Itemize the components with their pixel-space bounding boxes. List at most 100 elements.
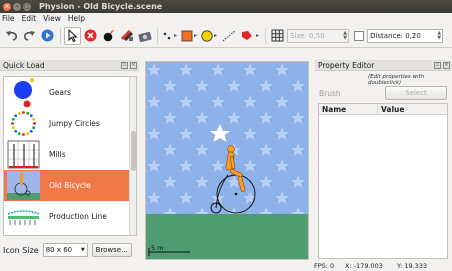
redo-icon xyxy=(24,30,35,41)
x-coordinate-status: X: -179.003 xyxy=(345,262,383,270)
menu-view[interactable]: View xyxy=(43,14,61,23)
star-pattern xyxy=(146,62,308,214)
jumpy-dot xyxy=(26,132,30,136)
undo-button[interactable] xyxy=(3,27,20,45)
list-item-label: Mills xyxy=(49,150,66,159)
text-color-button[interactable] xyxy=(200,27,213,45)
maximize-window-button[interactable]: □ xyxy=(23,2,31,11)
link-tool-button[interactable] xyxy=(161,27,173,45)
list-item-old-bicycle[interactable]: Old Bicycle xyxy=(4,170,130,201)
list-item-label: Gears xyxy=(49,88,72,97)
close-window-button[interactable]: × xyxy=(3,2,11,11)
size-spinner[interactable]: ▲ ▼ xyxy=(343,30,347,41)
old-bicycle-thumbnail-icon xyxy=(7,171,40,200)
list-scrollbar-thumb[interactable] xyxy=(131,131,136,171)
jumpy-dot xyxy=(29,114,33,118)
status-bar: FPS: 0 X: -179.003 Y: 19.333 xyxy=(0,261,452,271)
menu-edit[interactable]: Edit xyxy=(22,14,37,23)
distance-value: Distance: 0,20 xyxy=(370,31,421,40)
bomb-tool-button[interactable] xyxy=(100,27,117,45)
size-input[interactable]: Size: 0,50 ▲ ▼ xyxy=(287,28,350,43)
jumpy-dot xyxy=(11,117,15,121)
list-item-production-line[interactable]: Production Line xyxy=(4,201,130,232)
quick-load-list: Gears Jumpy Circles Mills Old Bicycle Pr… xyxy=(3,76,137,236)
list-scrollbar[interactable] xyxy=(129,77,136,235)
text-color-dropdown-arrow[interactable]: ▸ xyxy=(214,32,217,39)
minimize-window-button[interactable]: – xyxy=(13,2,21,11)
distance-spinner[interactable]: ▲ ▼ xyxy=(437,30,441,41)
mills-thumbnail-icon xyxy=(7,140,40,169)
icon-size-label: Icon Size xyxy=(3,245,39,255)
grid-toggle-button[interactable] xyxy=(269,27,286,45)
property-table-header: Name Value xyxy=(319,104,447,115)
link-icon xyxy=(163,32,171,39)
magnet-tool-button[interactable] xyxy=(118,27,135,45)
icon-size-select[interactable]: 80 x 60 ▼ xyxy=(42,243,88,257)
jumpy-dot xyxy=(14,129,18,133)
property-table[interactable]: Name Value xyxy=(318,103,448,259)
jumpy-dot xyxy=(26,111,30,115)
camera-tool-button[interactable] xyxy=(136,27,153,45)
chevron-down-icon: ▼ xyxy=(80,247,85,253)
column-header-name[interactable]: Name xyxy=(319,104,378,114)
browse-button[interactable]: Browse... xyxy=(91,243,132,257)
jumpy-dot xyxy=(17,132,21,136)
ground xyxy=(146,214,308,259)
property-editor-title-bar: Property Editor ▫ × xyxy=(315,60,452,71)
icon-size-row: Icon Size 80 x 60 ▼ Browse... xyxy=(3,243,132,257)
fill-color-button[interactable] xyxy=(180,27,193,45)
y-coordinate-status: Y: 19.333 xyxy=(397,262,428,270)
grid-icon xyxy=(271,29,284,42)
jumpy-dot xyxy=(14,114,18,118)
simulation-canvas[interactable]: 5 m xyxy=(145,61,309,260)
icon-size-value: 80 x 60 xyxy=(45,246,73,254)
title-bar: × – □ Physion - Old Bicycle.scene xyxy=(0,0,452,13)
magnet-icon xyxy=(120,29,133,42)
rider-head xyxy=(227,145,235,153)
list-item-mills[interactable]: Mills xyxy=(4,139,130,170)
menu-help[interactable]: Help xyxy=(68,14,85,23)
camera-icon xyxy=(137,31,152,42)
float-dock-icon[interactable]: ▫ xyxy=(434,62,441,69)
fill-color-icon xyxy=(181,30,192,41)
text-color-icon xyxy=(200,29,213,42)
quick-load-title-bar: Quick Load ▫ × xyxy=(0,60,139,71)
snap-checkbox[interactable] xyxy=(352,27,366,45)
toolbar-separator xyxy=(157,27,158,44)
menu-file[interactable]: File xyxy=(2,14,15,23)
jumpy-dot xyxy=(33,122,36,125)
float-dock-icon[interactable]: ▫ xyxy=(121,62,128,69)
list-item-label: Jumpy Circles xyxy=(49,119,100,128)
redo-button[interactable] xyxy=(21,27,38,45)
fps-status: FPS: 0 xyxy=(314,262,335,270)
toolbar-separator xyxy=(265,27,267,44)
pointer-icon xyxy=(68,29,78,42)
brush-label: Brush xyxy=(319,89,341,98)
select-button[interactable]: Select xyxy=(385,86,447,100)
property-editor-title: Property Editor xyxy=(318,60,375,70)
rope-tool-button[interactable] xyxy=(220,27,237,45)
list-item-jumpy-circles[interactable]: Jumpy Circles xyxy=(4,108,130,139)
list-item-gears[interactable]: Gears xyxy=(4,77,130,108)
bomb-icon xyxy=(103,29,114,42)
run-simulation-button[interactable] xyxy=(39,27,56,45)
link-dropdown-arrow[interactable]: ▸ xyxy=(174,32,177,39)
size-value: Size: 0,50 xyxy=(290,31,325,40)
scale-label: 5 m xyxy=(151,244,164,252)
column-header-value[interactable]: Value xyxy=(378,105,404,114)
stop-tool-button[interactable] xyxy=(82,27,99,45)
distance-input[interactable]: Distance: 0,20 ▲ ▼ xyxy=(367,28,444,43)
brush-dropdown-arrow[interactable]: ▸ xyxy=(256,32,259,39)
brush-tool-button[interactable] xyxy=(238,27,255,45)
fill-color-dropdown-arrow[interactable]: ▸ xyxy=(194,32,197,39)
list-item-label: Production Line xyxy=(49,212,107,221)
close-dock-icon[interactable]: × xyxy=(443,62,450,69)
toolbar-separator xyxy=(60,27,61,44)
close-dock-icon[interactable]: × xyxy=(130,62,137,69)
gears-thumbnail-icon xyxy=(7,78,40,107)
stop-icon xyxy=(84,29,97,42)
jumpy-dot xyxy=(32,126,36,130)
pointer-tool-button[interactable] xyxy=(64,26,81,45)
jumpy-dot xyxy=(32,117,36,121)
rope-icon xyxy=(222,30,235,41)
